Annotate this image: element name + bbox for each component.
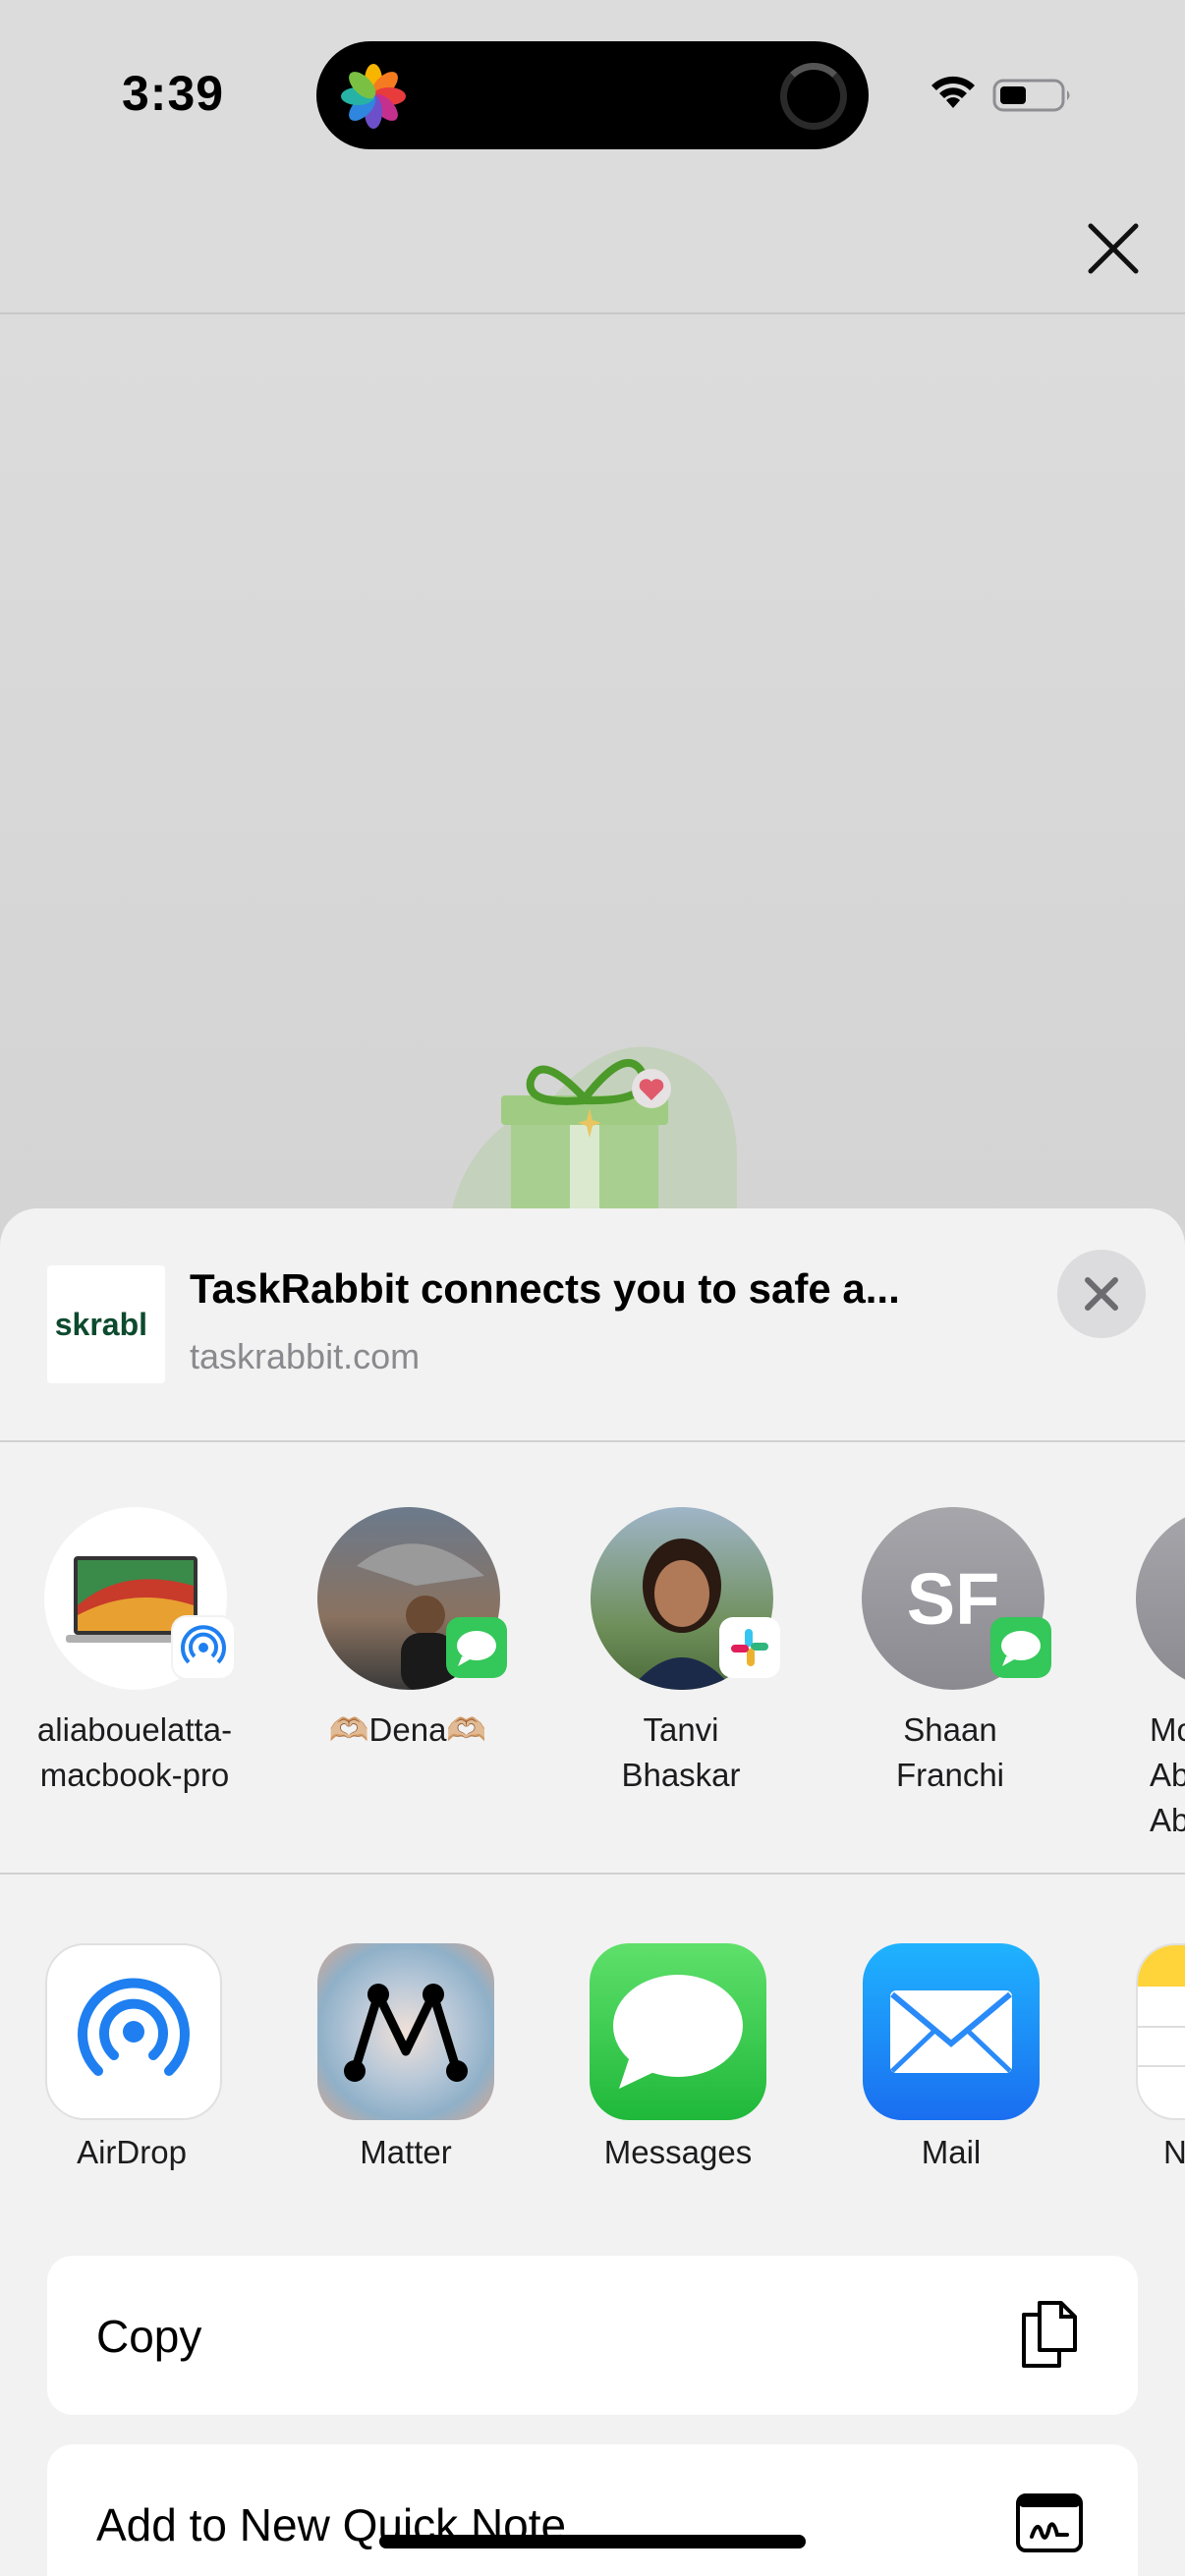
apps-row: AirDrop Matter Messages Mail N [0, 1876, 1185, 2191]
thumbnail-logo-text: skrabl [54, 1306, 147, 1342]
avatar-initials: SF [906, 1557, 1000, 1640]
app-label: Messages [603, 2134, 753, 2170]
home-indicator [379, 2535, 806, 2548]
app-matter[interactable]: Matter [285, 1876, 531, 2191]
webview-toolbar [0, 187, 1185, 314]
person-suggestion[interactable]: SF Shaan Franchi [831, 1442, 1077, 1875]
activity-spinner-icon [780, 63, 847, 130]
gift-illustration [452, 1046, 737, 1208]
matter-app-icon [317, 1943, 494, 2120]
sheet-close-button[interactable] [1057, 1250, 1146, 1338]
app-airdrop[interactable]: AirDrop [0, 1876, 265, 2191]
status-time: 3:39 [122, 66, 225, 121]
airdrop-app-icon [45, 1943, 222, 2120]
quick-note-icon [1016, 2493, 1083, 2552]
app-label: N [1163, 2134, 1185, 2170]
airdrop-badge-icon [173, 1617, 234, 1678]
person-suggestion[interactable]: Tanvi Bhaskar [558, 1442, 804, 1875]
messages-badge-icon [990, 1617, 1051, 1678]
person-name-line1: Shaan [903, 1711, 997, 1748]
action-label: Copy [96, 2311, 202, 2362]
messages-badge-icon [446, 1617, 507, 1678]
photos-app-icon [341, 64, 406, 129]
person-name-line2: Bhaskar [621, 1757, 741, 1793]
slack-badge-icon [719, 1617, 780, 1678]
avatar [1136, 1507, 1185, 1690]
mail-app-icon [863, 1943, 1040, 2120]
app-messages[interactable]: Messages [558, 1876, 804, 2191]
close-icon [1085, 1277, 1118, 1311]
app-label: Matter [360, 2134, 452, 2170]
share-domain: taskrabbit.com [190, 1336, 421, 1376]
battery-icon [992, 79, 1070, 112]
person-name-line1: aliabouelatta- [36, 1711, 233, 1748]
people-suggestions-row: aliabouelatta- macbook-pro 🫶🏼Dena🫶🏼 Tanv… [0, 1442, 1185, 1875]
person-suggestion[interactable]: aliabouelatta- macbook-pro [0, 1442, 265, 1875]
link-thumbnail: skrabl [47, 1265, 165, 1383]
person-name-line1: Mo [1150, 1711, 1185, 1748]
person-suggestion[interactable]: 🫶🏼Dena🫶🏼 [285, 1442, 531, 1875]
quick-note-action[interactable]: Add to New Quick Note [47, 2444, 1138, 2576]
copy-icon [1022, 2301, 1077, 2368]
person-name-line2: Ab [1150, 1757, 1185, 1793]
notes-app-icon [1136, 1943, 1185, 2120]
person-name-line2: Franchi [895, 1757, 1005, 1793]
app-label: AirDrop [77, 2134, 187, 2170]
close-icon[interactable] [1081, 216, 1146, 281]
app-label: Mail [921, 2134, 982, 2170]
person-name-line1: Tanvi [643, 1711, 719, 1748]
wifi-icon [931, 76, 975, 108]
share-sheet: skrabl TaskRabbit connects you to safe a… [0, 1208, 1185, 2576]
messages-app-icon [590, 1943, 766, 2120]
person-name-line3: Ab [1150, 1802, 1185, 1838]
person-name-line1: 🫶🏼Dena🫶🏼 [328, 1711, 487, 1748]
share-sheet-header: skrabl TaskRabbit connects you to safe a… [0, 1208, 1185, 1442]
app-notes[interactable]: N [1104, 1876, 1185, 2191]
dynamic-island [316, 41, 869, 149]
status-bar: 3:39 [0, 0, 1185, 187]
share-title: TaskRabbit connects you to safe a... [190, 1265, 900, 1312]
person-suggestion[interactable]: Mo Ab Ab [1104, 1442, 1185, 1875]
app-mail[interactable]: Mail [831, 1876, 1077, 2191]
copy-action[interactable]: Copy [47, 2256, 1138, 2415]
person-name-line2: macbook-pro [39, 1757, 230, 1793]
